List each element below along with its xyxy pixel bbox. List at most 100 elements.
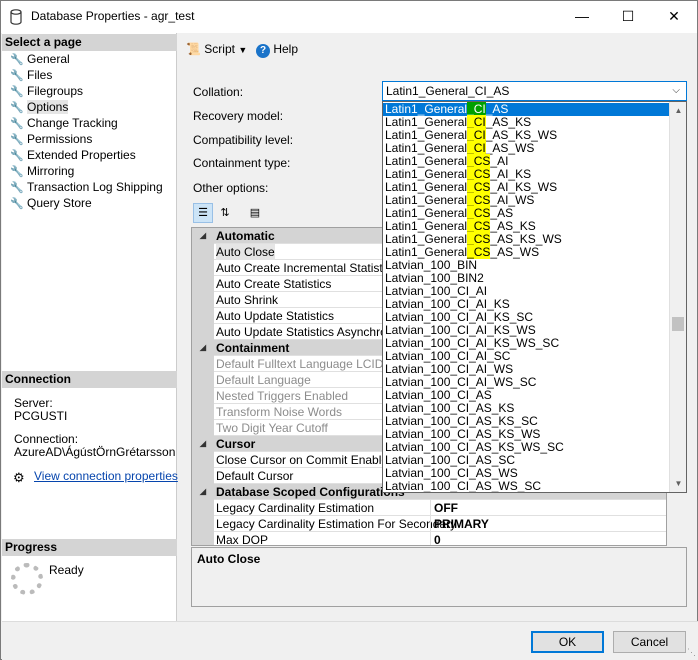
collation-option-text: Latvian_100_CI_AS_WS_SC <box>385 479 542 493</box>
script-button[interactable]: 📜 Script ▼ <box>186 42 247 56</box>
wrench-icon: 🔧 <box>10 134 24 146</box>
collation-option-highlight: _CS <box>467 219 491 233</box>
property-name: Default Cursor <box>216 469 294 483</box>
page-item-change-tracking[interactable]: 🔧 Change Tracking <box>10 115 118 131</box>
collation-option-text: Latin1_General <box>385 219 468 233</box>
collapse-icon[interactable]: ◢ <box>192 484 214 500</box>
property-name: Containment <box>216 341 290 355</box>
property-pages-icon[interactable]: ▤ <box>245 203 265 223</box>
collation-option-text: Latin1_General <box>385 206 468 220</box>
connection-header: Connection <box>2 371 177 388</box>
collapse-icon[interactable]: ◢ <box>192 340 214 356</box>
progress-spinner-icon <box>11 563 43 595</box>
wrench-icon: 🔧 <box>10 118 24 130</box>
property-value[interactable]: PRIMARY <box>430 516 666 532</box>
property-name: Database Scoped Configurations <box>216 485 405 499</box>
dialog-footer: OK Cancel ⋱ <box>2 621 698 660</box>
grid-property-row[interactable]: Legacy Cardinality Estimation OFF <box>192 500 666 516</box>
property-name: Auto Update Statistics <box>216 309 335 323</box>
collation-option-highlight: _CI <box>467 141 486 155</box>
scroll-up-icon[interactable]: ▲ <box>670 102 686 119</box>
collapse-icon[interactable]: ◢ <box>192 436 214 452</box>
wrench-icon: 🔧 <box>10 166 24 178</box>
collation-option-text: Latvian_100_CI_AS_KS_WS <box>385 427 541 441</box>
collation-label: Collation: <box>193 85 244 99</box>
grid-gutter <box>192 276 214 292</box>
view-connection-properties-link[interactable]: View connection properties <box>34 469 178 483</box>
page-item-label: Filegroups <box>27 84 84 98</box>
page-item-filegroups[interactable]: 🔧 Filegroups <box>10 83 83 99</box>
property-name: Auto Create Statistics <box>216 277 332 291</box>
page-item-permissions[interactable]: 🔧 Permissions <box>10 131 92 147</box>
minimize-button[interactable]: — <box>559 1 605 32</box>
page-item-label: Change Tracking <box>27 116 118 130</box>
grid-gutter <box>192 356 214 372</box>
collation-select[interactable]: Latin1_General_CI_AS ⌵ <box>382 81 687 101</box>
grid-property-row[interactable]: Legacy Cardinality Estimation For Second… <box>192 516 666 532</box>
database-properties-dialog: Database Properties - agr_test — ☐ ✕ Sel… <box>0 0 698 660</box>
collation-option-highlight: _CS <box>467 154 491 168</box>
page-item-query-store[interactable]: 🔧 Query Store <box>10 195 92 211</box>
toolbar: 📜 Script ▼ ? Help <box>178 33 698 65</box>
property-value[interactable]: 0 <box>430 532 666 545</box>
collation-option-text: _AS_KS <box>490 219 536 233</box>
grid-gutter <box>192 260 214 276</box>
grid-gutter <box>192 244 214 260</box>
page-item-label: General <box>27 52 70 66</box>
scroll-thumb[interactable] <box>672 317 684 331</box>
chevron-down-icon: ⌵ <box>672 85 680 96</box>
collation-option-text: Latin1_General <box>385 180 468 194</box>
compatibility-level-label: Compatibility level: <box>193 133 294 147</box>
collation-option-text: _AS_KS <box>485 115 532 129</box>
collapse-icon[interactable]: ◢ <box>192 228 214 244</box>
cancel-button[interactable]: Cancel <box>613 631 686 653</box>
collation-option-text: Latvian_100_CI_AS_KS_WS_SC <box>385 440 564 454</box>
collation-option-text: _AS <box>490 206 514 220</box>
collation-dropdown-list[interactable]: Latin1_General_CI_AS Latin1_General_CI_AS… <box>382 101 687 493</box>
sort-alphabetical-icon[interactable]: ⇅ <box>215 203 235 223</box>
collation-option-text: _AI_KS <box>490 167 532 181</box>
page-item-mirroring[interactable]: 🔧 Mirroring <box>10 163 74 179</box>
collation-option-text: Latvian_100_CI_AI_KS_WS <box>385 323 536 337</box>
connection-label: Connection: <box>14 432 79 446</box>
help-button[interactable]: ? Help <box>256 42 298 58</box>
chevron-down-icon: ▼ <box>238 45 248 55</box>
close-button[interactable]: ✕ <box>651 1 697 32</box>
connection-value: AzureAD\ÁgústÖrnGrétarsson <box>14 445 176 459</box>
dropdown-scrollbar[interactable]: ▲ ▼ <box>669 102 686 492</box>
collation-option-text: Latin1_General <box>385 193 468 207</box>
grid-gutter <box>192 452 214 468</box>
scroll-down-icon[interactable]: ▼ <box>670 475 686 492</box>
collation-option-highlight: _CS <box>467 206 491 220</box>
help-icon: ? <box>256 44 270 58</box>
page-item-transaction-log-shipping[interactable]: 🔧 Transaction Log Shipping <box>10 179 163 195</box>
collation-option-text: Latvian_100_CI_AS <box>385 388 492 402</box>
page-item-label: Options <box>27 100 69 114</box>
page-item-label: Transaction Log Shipping <box>27 180 163 194</box>
collation-option-highlight: _CS <box>467 193 491 207</box>
collation-option-text: Latvian_100_BIN <box>385 258 478 272</box>
page-item-general[interactable]: 🔧 General <box>10 51 70 67</box>
categorized-icon[interactable]: ☰ <box>193 203 213 223</box>
collation-option-text: Latin1_General <box>385 102 468 116</box>
collation-option-text: Latin1_General <box>385 115 468 129</box>
maximize-button[interactable]: ☐ <box>605 1 651 32</box>
collation-option-text: _AS_KS_WS <box>485 128 558 142</box>
page-item-options[interactable]: 🔧 Options <box>10 99 69 115</box>
property-name: Two Digit Year Cutoff <box>216 421 328 435</box>
collation-option-text: _AI_WS <box>490 193 535 207</box>
page-item-extended-properties[interactable]: 🔧 Extended Properties <box>10 147 136 163</box>
collation-option-text: Latvian_100_CI_AI_KS <box>385 297 510 311</box>
page-item-files[interactable]: 🔧 Files <box>10 67 52 83</box>
grid-property-row[interactable]: Max DOP 0 <box>192 532 666 545</box>
collation-option[interactable]: Latvian_100_CI_AS_WS_SC <box>383 480 669 493</box>
ok-button[interactable]: OK <box>531 631 604 653</box>
collation-option-highlight: _CI <box>467 102 486 116</box>
resize-grip-icon[interactable]: ⋱ <box>687 647 696 658</box>
page-item-label: Files <box>27 68 53 82</box>
page-item-label: Extended Properties <box>27 148 136 162</box>
wrench-icon: 🔧 <box>10 102 24 114</box>
property-name: Cursor <box>216 437 256 451</box>
property-value[interactable]: OFF <box>430 500 666 516</box>
page-item-label: Query Store <box>27 196 92 210</box>
